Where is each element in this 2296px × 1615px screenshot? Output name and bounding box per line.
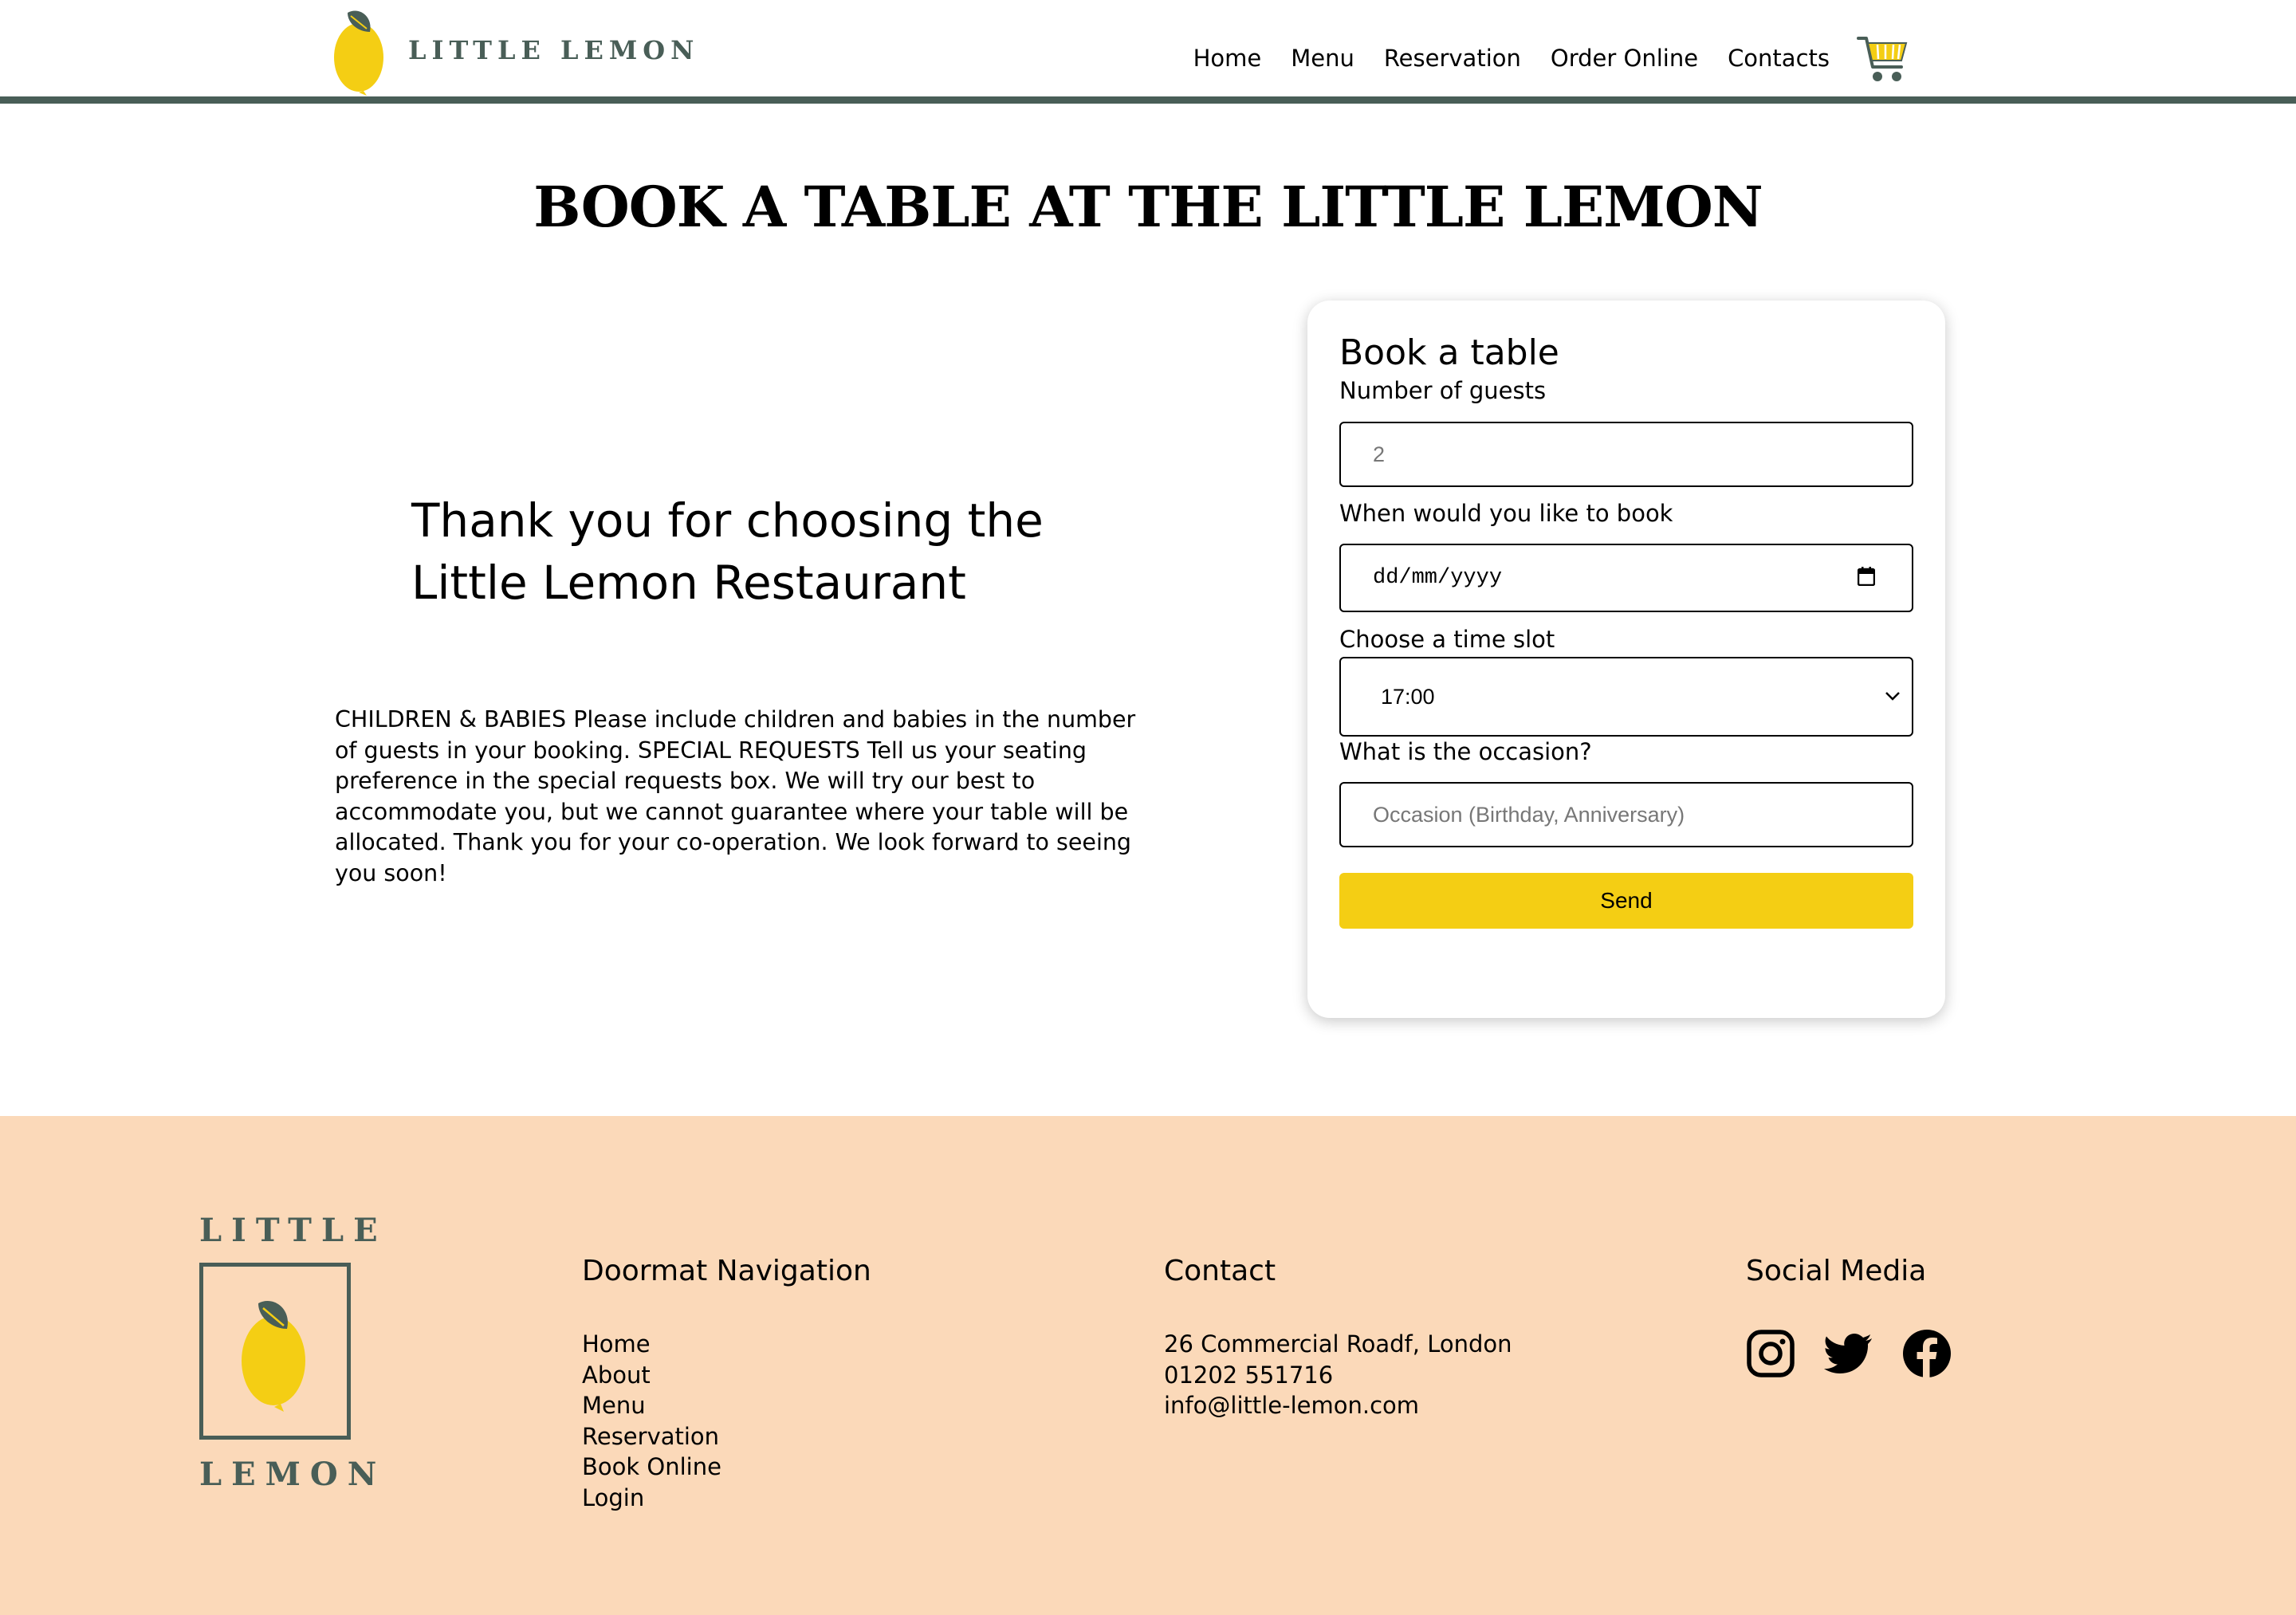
site-header: LITTLE LEMON Home Menu Reservation Order… — [0, 0, 2296, 104]
twitter-icon[interactable] — [1824, 1329, 1873, 1378]
facebook-icon[interactable] — [1902, 1329, 1952, 1378]
nav-menu[interactable]: Menu — [1291, 45, 1354, 72]
footer-logo[interactable]: LITTLE LEMON — [199, 1212, 387, 1493]
footer-contact-title: Contact — [1164, 1255, 1276, 1287]
guests-input[interactable]: 2 — [1339, 422, 1913, 487]
contact-address: 26 Commercial Roadf, London — [1164, 1330, 1512, 1358]
footer-link-reservation[interactable]: Reservation — [582, 1421, 871, 1452]
thank-you-line-1: Thank you for choosing the — [411, 493, 1044, 548]
form-title: Book a table — [1339, 332, 1559, 373]
occasion-placeholder: Occasion (Birthday, Anniversary) — [1373, 802, 1685, 827]
footer-link-menu[interactable]: Menu — [582, 1390, 871, 1421]
footer-logo-top: LITTLE — [199, 1212, 387, 1249]
date-label: When would you like to book — [1339, 500, 1673, 527]
footer-link-home[interactable]: Home — [582, 1329, 871, 1360]
footer-logo-frame — [199, 1263, 351, 1440]
calendar-icon[interactable] — [1858, 567, 1875, 586]
footer-social: Social Media — [1746, 1255, 1980, 1378]
send-button[interactable]: Send — [1339, 873, 1913, 929]
footer-logo-bottom: LEMON — [199, 1456, 387, 1493]
lemon-logo-icon — [334, 10, 383, 96]
time-select[interactable]: 17:00 — [1339, 657, 1913, 737]
thank-you-line-2: Little Lemon Restaurant — [411, 556, 966, 610]
thank-you-heading: Thank you for choosing the Little Lemon … — [411, 489, 1129, 614]
page-title: BOOK A TABLE AT THE LITTLE LEMON — [533, 174, 1763, 240]
site-logo[interactable]: LITTLE LEMON — [332, 5, 699, 96]
footer-social-title: Social Media — [1746, 1255, 1927, 1287]
date-placeholder: dd/mm/yyyy — [1373, 566, 1503, 590]
time-select-value: 17:00 — [1381, 684, 1435, 709]
cart-icon[interactable] — [1857, 32, 1909, 84]
chevron-down-icon — [1885, 692, 1900, 701]
footer-contact: Contact 26 Commercial Roadf, London 0120… — [1164, 1255, 1512, 1421]
booking-notes: CHILDREN & BABIES Please include childre… — [335, 706, 1136, 886]
site-footer: LITTLE LEMON Doormat Navigation Home Abo… — [0, 1116, 2296, 1615]
contact-email: info@little-lemon.com — [1164, 1392, 1420, 1419]
social-icons — [1746, 1329, 1980, 1378]
footer-nav: Doormat Navigation Home About Menu Reser… — [582, 1255, 871, 1513]
nav-home[interactable]: Home — [1193, 45, 1262, 72]
nav-order-online[interactable]: Order Online — [1551, 45, 1698, 72]
footer-link-book-online[interactable]: Book Online — [582, 1452, 871, 1483]
contact-phone: 01202 551716 — [1164, 1361, 1334, 1389]
occasion-input[interactable]: Occasion (Birthday, Anniversary) — [1339, 782, 1913, 847]
footer-link-about[interactable]: About — [582, 1360, 871, 1391]
nav-contacts[interactable]: Contacts — [1728, 45, 1830, 72]
instagram-icon[interactable] — [1746, 1329, 1795, 1378]
nav-reservation[interactable]: Reservation — [1384, 45, 1521, 72]
footer-nav-title: Doormat Navigation — [582, 1255, 871, 1287]
occasion-label: What is the occasion? — [1339, 738, 1592, 765]
time-label: Choose a time slot — [1339, 626, 1555, 653]
lemon-logo-icon — [242, 1300, 305, 1412]
logo-text: LITTLE LEMON — [408, 35, 700, 65]
guests-placeholder: 2 — [1373, 442, 1386, 466]
main-nav: Home Menu Reservation Order Online Conta… — [1164, 32, 1909, 84]
footer-link-login[interactable]: Login — [582, 1483, 871, 1514]
date-input[interactable]: dd/mm/yyyy — [1339, 544, 1913, 612]
guests-label: Number of guests — [1339, 377, 1547, 404]
booking-form-card: Book a table Number of guests 2 When wou… — [1307, 301, 1945, 1018]
